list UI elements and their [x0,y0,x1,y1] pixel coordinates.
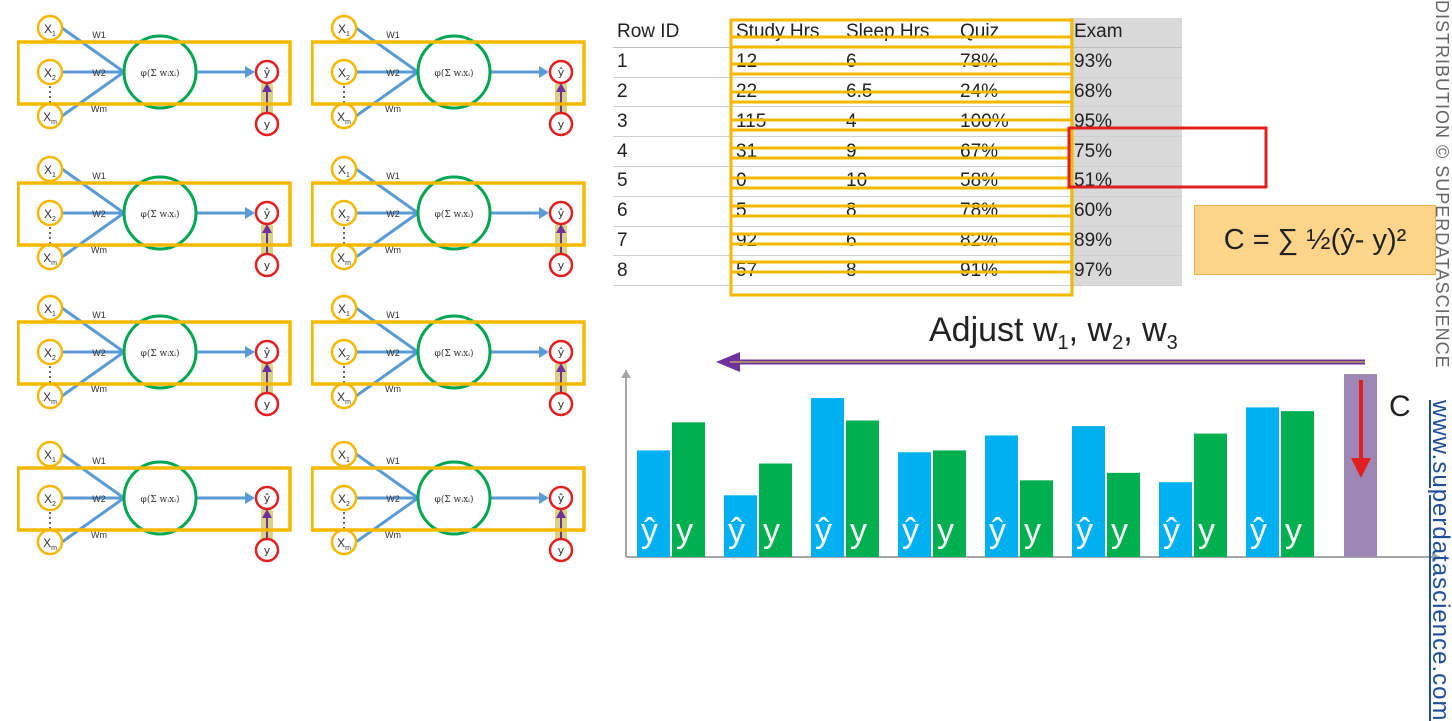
yhat-bar-label: ŷ [815,512,832,550]
prediction-chart [621,352,1440,562]
y-bar-label: y [850,512,867,550]
y-bar-label: y [1198,512,1215,550]
side-watermark: DISTRIBUTION © SUPERDATASCIENCE www.supe… [1427,0,1452,721]
cost-bar-label: C [1389,390,1411,423]
yhat-bar-label: ŷ [1163,512,1180,550]
yhat-bar-label: ŷ [728,512,745,550]
y-bar-label: y [763,512,780,550]
yhat-bar-label: ŷ [1076,512,1093,550]
website-link[interactable]: www.superdatascience.com [1427,400,1452,721]
y-bar-label: y [1285,512,1302,550]
yhat-bar-label: ŷ [902,512,919,550]
website-link-wrap: www.superdatascience.com [1426,400,1452,721]
y-bar-label: y [1111,512,1128,550]
copyright-label: DISTRIBUTION © SUPERDATASCIENCE [1432,0,1452,369]
y-bar-label: y [1024,512,1041,550]
yhat-bar-label: ŷ [989,512,1006,550]
copyright-text: DISTRIBUTION © SUPERDATASCIENCE [1431,0,1452,369]
y-axis-arrow [621,370,631,378]
y-bar-label: y [937,512,954,550]
yhat-bar-label: ŷ [1250,512,1267,550]
y-bar-label: y [676,512,693,550]
yhat-bar-label: ŷ [641,512,658,550]
